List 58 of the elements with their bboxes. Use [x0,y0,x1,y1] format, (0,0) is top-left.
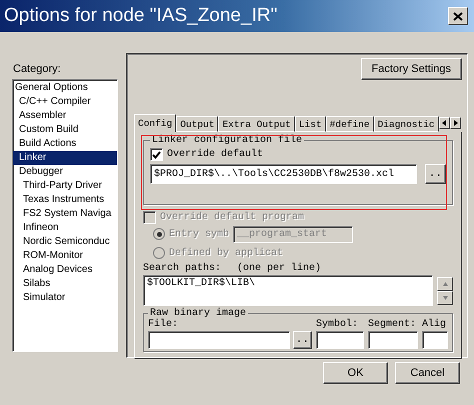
field-label: File: [148,319,180,330]
tab[interactable]: Diagnostic [374,116,439,132]
factory-settings-button[interactable]: Factory Settings [360,58,462,80]
search-paths-field[interactable]: $TOOLKIT_DIR$\LIB\ [143,275,433,306]
input-field[interactable] [422,331,448,349]
category-item[interactable]: Build Actions [13,137,117,151]
category-item[interactable]: Nordic Semiconduc [13,235,117,249]
checkbox-label: Override default [167,149,264,160]
input-field[interactable] [148,331,290,349]
category-item[interactable]: Silabs [13,277,117,291]
category-item[interactable]: FS2 System Naviga [13,207,117,221]
scroll-up-button[interactable] [437,276,453,290]
category-item[interactable]: Infineon [13,221,117,235]
category-item[interactable]: C/C++ Compiler [13,95,117,109]
tab[interactable]: Config [134,114,176,132]
category-item[interactable]: ROM-Monitor [13,249,117,263]
field-label: Segment: [368,319,418,330]
field-label: Alig [422,319,448,330]
path-field[interactable]: $PROJ_DIR$\..\Tools\CC2530DB\f8w2530.xcl [150,164,417,184]
input-field[interactable] [316,331,364,349]
radio-label: Entry symb [169,228,230,240]
down-arrow-icon [442,294,448,300]
up-arrow-icon [442,280,448,286]
field-label: Symbol: [316,319,360,330]
category-item[interactable]: Custom Build [13,123,117,137]
tab[interactable]: #define [326,116,374,132]
left-arrow-icon [442,120,447,126]
close-icon [453,12,463,20]
window-title: Options for node "IAS_Zone_IR" [4,5,278,27]
dialog-button[interactable]: OK [323,362,388,384]
category-item[interactable]: Texas Instruments [13,193,117,207]
tab[interactable]: List [294,116,326,132]
search-paths-hint: (one per line) [237,263,322,274]
scroll-down-button[interactable] [437,290,453,304]
search-paths-label: Search paths: [143,263,222,274]
tab-scroll-left-button[interactable] [438,117,450,129]
right-arrow-icon [452,120,458,126]
category-item[interactable]: Assembler [13,109,117,123]
radio-label: Defined by applicat [169,248,284,258]
close-button[interactable] [448,7,468,25]
category-item[interactable]: Analog Devices [13,263,117,277]
category-item[interactable]: Linker [13,151,117,165]
category-item[interactable]: Debugger [13,165,117,179]
checkbox-label: Override default program [160,212,304,223]
dialog-button[interactable]: Cancel [395,362,460,384]
category-label: Category: [13,63,62,75]
checkbox[interactable] [150,148,163,161]
category-item[interactable]: General Options [13,81,117,95]
category-item[interactable]: Third-Party Driver [13,179,117,193]
browse-button[interactable]: .. [292,331,312,349]
tab[interactable]: Output [176,116,218,132]
group-title: Raw binary image [150,308,248,319]
category-item[interactable]: Simulator [13,291,117,305]
tab-scroll-right-button[interactable] [450,117,461,129]
input-field[interactable] [368,331,418,349]
tab[interactable]: Extra Output [218,116,295,132]
browse-button[interactable]: .. [424,164,446,184]
checkmark-icon [152,150,161,158]
